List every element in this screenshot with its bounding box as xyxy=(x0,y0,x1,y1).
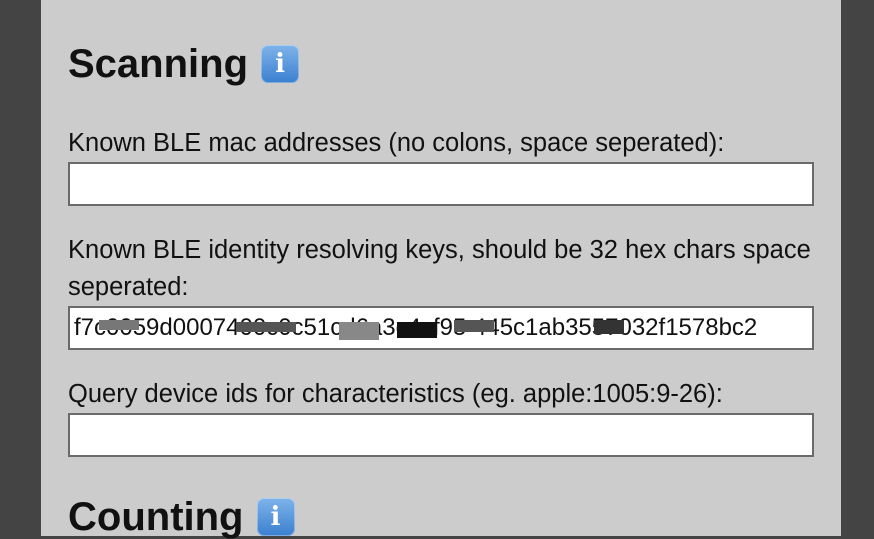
info-icon[interactable]: i xyxy=(256,498,295,536)
settings-panel: Scanning i Known BLE mac addresses (no c… xyxy=(41,0,841,537)
counting-heading-text: Counting xyxy=(68,495,244,539)
scanning-heading-text: Scanning xyxy=(68,42,249,86)
mac-addresses-input[interactable] xyxy=(68,162,814,206)
irk-label: Known BLE identity resolving keys, shoul… xyxy=(68,236,811,301)
query-device-ids-input[interactable] xyxy=(68,413,814,457)
info-icon[interactable]: i xyxy=(261,45,300,83)
scanning-heading: Scanning i xyxy=(68,42,300,86)
irk-input[interactable] xyxy=(68,306,814,350)
mac-addresses-label: Known BLE mac addresses (no colons, spac… xyxy=(68,129,725,157)
query-device-ids-label: Query device ids for characteristics (eg… xyxy=(68,380,723,408)
counting-heading: Counting i xyxy=(68,497,295,537)
